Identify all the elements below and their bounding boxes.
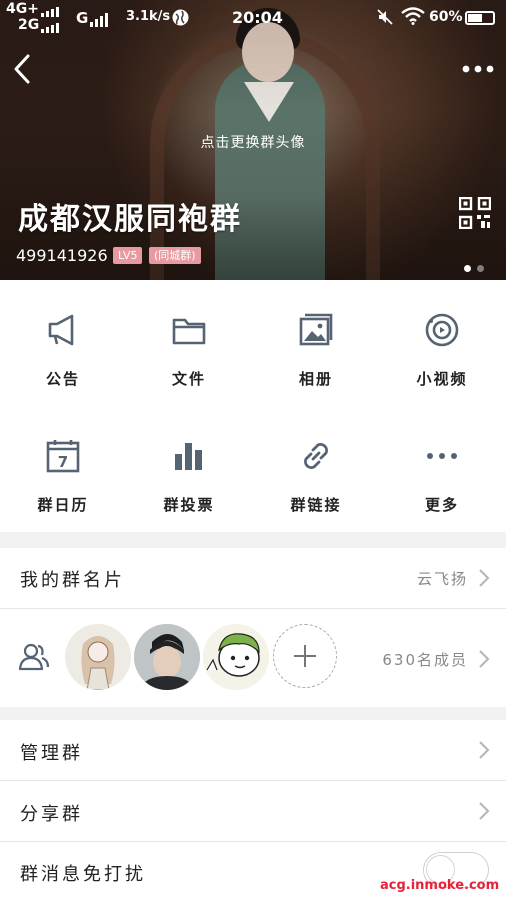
grid-item-album[interactable]: 相册 [253, 280, 379, 406]
grid-label: 群日历 [37, 496, 89, 514]
members-icon [18, 643, 50, 671]
grid-item-vote[interactable]: 群投票 [126, 406, 252, 532]
watermark: acg.inmoke.com [380, 878, 500, 893]
manage-group-title: 管理群 [20, 743, 83, 764]
more-options-icon[interactable] [462, 64, 494, 74]
avatar-cartoon [203, 624, 269, 690]
grid-item-more[interactable]: 更多 [379, 406, 505, 532]
chevron-right-icon [479, 802, 490, 820]
mute-status-icon [377, 9, 393, 25]
battery-icon [465, 11, 495, 25]
share-group-row[interactable]: 分享群 [0, 781, 506, 841]
page-dot [477, 265, 484, 272]
member-avatar[interactable] [134, 624, 200, 690]
video-icon [425, 313, 459, 347]
avatar-photo [134, 624, 200, 690]
grid-item-short-video[interactable]: 小视频 [379, 280, 505, 406]
my-group-card-row[interactable]: 我的群名片 云飞扬 [0, 548, 506, 608]
grid-item-link[interactable]: 群链接 [253, 406, 379, 532]
grid-label: 群投票 [163, 496, 215, 514]
grid-item-files[interactable]: 文件 [126, 280, 252, 406]
status-bar: 4G+ 2G G 3.1k/s 20:04 60% [0, 0, 506, 34]
network-type-bottom: 2G [18, 17, 60, 33]
plus-icon [294, 645, 316, 667]
grid-item-calendar[interactable]: 7 群日历 [0, 406, 126, 532]
bar-chart-icon [175, 443, 202, 470]
avatar-illustration [81, 636, 115, 690]
battery-percent: 60% [429, 9, 463, 25]
my-group-card-title: 我的群名片 [20, 570, 125, 591]
change-avatar-hint[interactable]: 点击更换群头像 [0, 132, 506, 152]
album-icon [299, 313, 333, 346]
back-icon[interactable] [10, 52, 36, 86]
chevron-right-icon [479, 741, 490, 759]
link-icon [304, 443, 328, 469]
grid-label: 群链接 [290, 496, 342, 514]
grid-label: 小视频 [416, 370, 468, 388]
grid-item-announcement[interactable]: 公告 [0, 280, 126, 406]
manage-group-row[interactable]: 管理群 [0, 720, 506, 780]
add-member-button[interactable] [273, 624, 337, 688]
grid-label: 文件 [171, 370, 206, 388]
grid-label: 更多 [424, 496, 459, 514]
feature-grid: 公告 文件 相册 小视频 7 群日历 群投票 群链接 更多 [0, 280, 506, 532]
battery-fill [468, 14, 482, 22]
page-dot-active [464, 265, 471, 272]
qr-code-icon[interactable] [459, 197, 491, 229]
folder-icon [172, 318, 206, 345]
group-id: 499141926 [16, 246, 108, 265]
network-type-top: 4G+ [6, 1, 59, 17]
network-g: G [76, 9, 109, 27]
globe-icon [172, 9, 189, 26]
megaphone-icon [48, 314, 74, 346]
calendar-icon: 7 [46, 440, 80, 473]
member-count: 630名成员 [382, 651, 468, 669]
chevron-right-icon [479, 650, 490, 668]
group-name: 成都汉服同袍群 [18, 202, 242, 237]
calendar-day: 7 [58, 453, 68, 471]
level-badge: LV5 [113, 247, 143, 264]
wifi-icon [401, 7, 425, 25]
page-indicator [464, 257, 490, 276]
mute-notifications-title: 群消息免打扰 [20, 864, 146, 885]
chevron-right-icon [479, 569, 490, 587]
member-avatar[interactable] [65, 624, 131, 690]
city-group-badge: (同城群) [149, 247, 201, 264]
share-group-title: 分享群 [20, 804, 83, 825]
grid-label: 相册 [298, 370, 333, 388]
clock: 20:04 [232, 8, 283, 27]
grid-label: 公告 [45, 370, 80, 388]
my-group-card-value: 云飞扬 [416, 570, 468, 588]
member-avatar[interactable] [203, 624, 269, 690]
more-dots-icon [427, 453, 457, 459]
network-speed: 3.1k/s [126, 9, 171, 24]
